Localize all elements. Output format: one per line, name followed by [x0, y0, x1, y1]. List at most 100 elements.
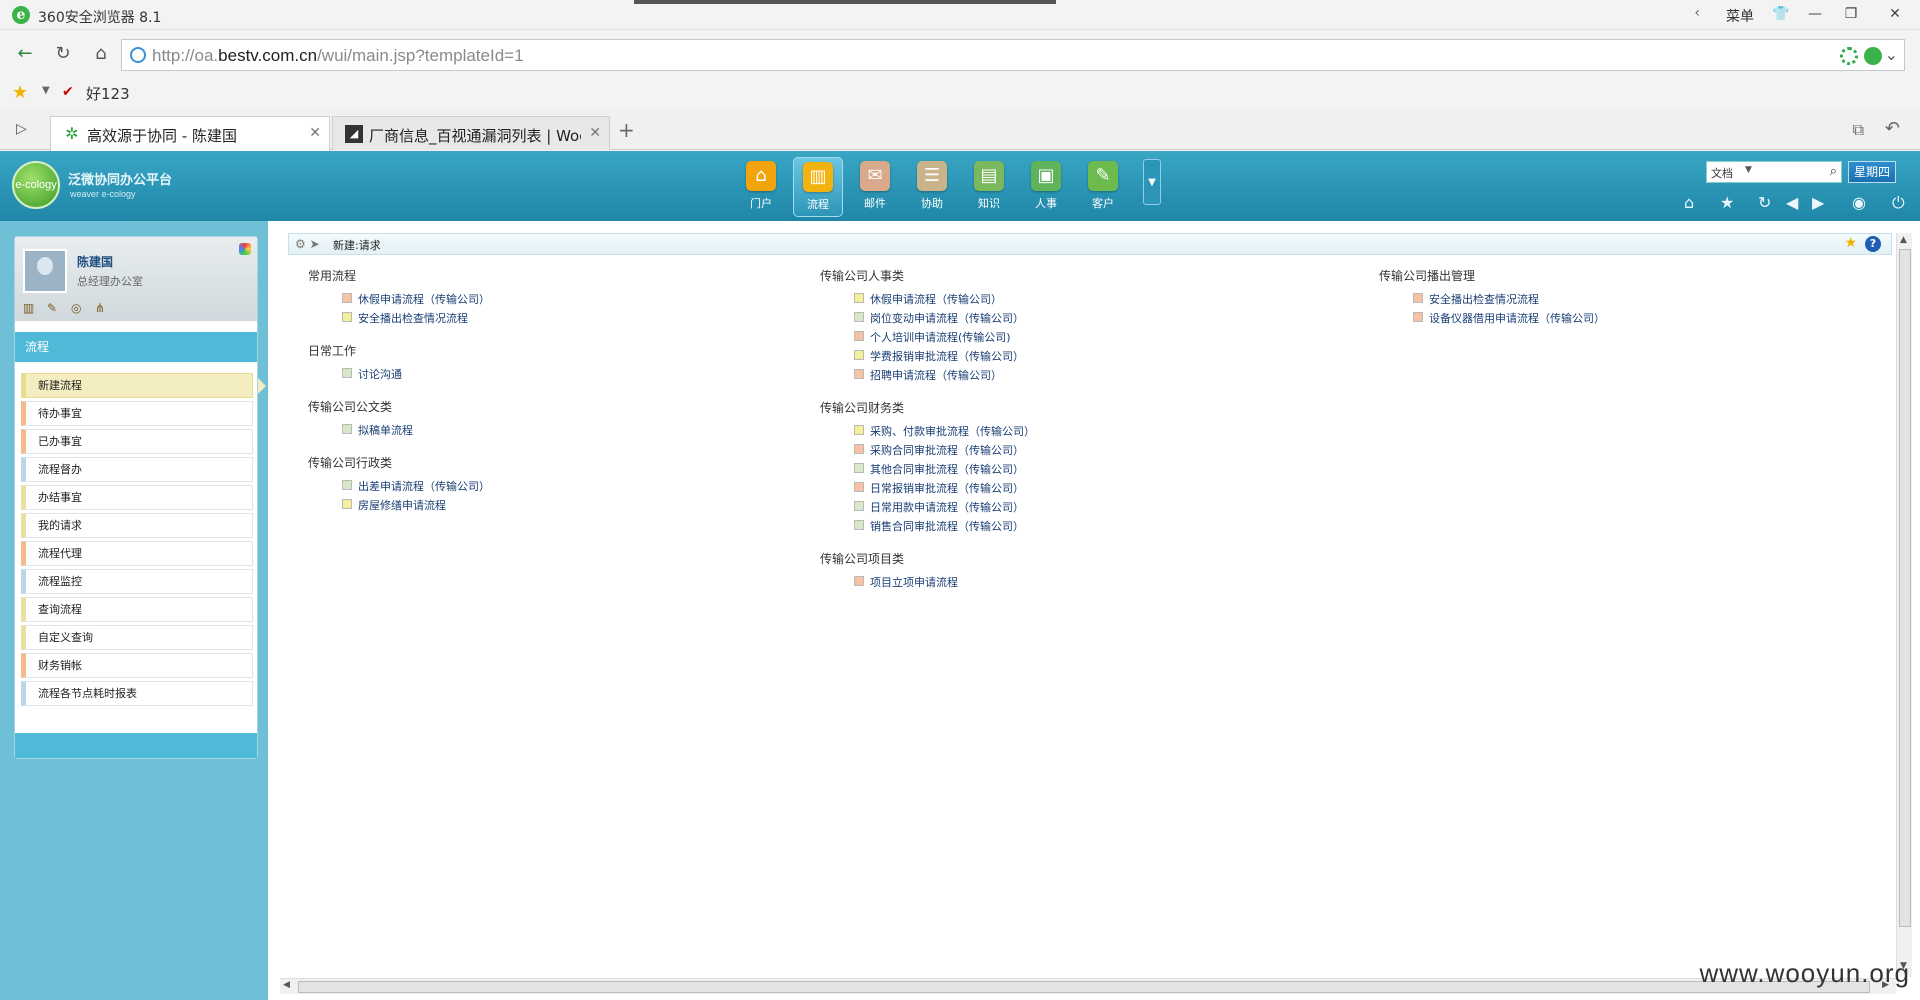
sidebar-item-pending[interactable]: 待办事宜 [21, 401, 253, 426]
workflow-link[interactable]: 采购合同审批流程（传输公司） [870, 442, 1024, 458]
scroll-up-icon[interactable]: ▲ [1900, 235, 1907, 245]
shirt-icon[interactable]: 👕 [1766, 3, 1796, 25]
sidebar-item-finished[interactable]: 办结事宜 [21, 485, 253, 510]
module-portal[interactable]: ⌂ 门户 [736, 157, 786, 217]
workflow-link[interactable]: 安全播出检查情况流程 [1429, 291, 1539, 307]
scroll-thumb[interactable] [1899, 249, 1911, 927]
lock-icon[interactable]: ◎ [71, 301, 89, 315]
workflow-link[interactable]: 学费报销审批流程（传输公司） [870, 348, 1024, 364]
workflow-item[interactable]: 采购、付款审批流程（传输公司） [820, 422, 1035, 441]
module-workflow[interactable]: ▥ 流程 [793, 157, 843, 217]
sidebar-item-monitor[interactable]: 流程监控 [21, 569, 253, 594]
workflow-item[interactable]: 安全播出检查情况流程 [308, 309, 468, 328]
workflow-link[interactable]: 日常报销审批流程（传输公司） [870, 480, 1024, 496]
workflow-item[interactable]: 销售合同审批流程（传输公司） [820, 517, 1024, 536]
workflow-item[interactable]: 休假申请流程（传输公司） [308, 290, 490, 309]
sidebar-item-finance[interactable]: 财务销帐 [21, 653, 253, 678]
workflow-link[interactable]: 出差申请流程（传输公司） [358, 478, 490, 494]
power-icon[interactable]: ⏻ [1892, 193, 1905, 213]
search-type-select[interactable]: 文档 [1711, 165, 1733, 181]
workflow-item[interactable]: 招聘申请流程（传输公司） [820, 366, 1002, 385]
sidebar-item-new-workflow[interactable]: 新建流程 [21, 373, 266, 398]
leaf-icon[interactable] [1864, 47, 1882, 65]
chevron-down-icon[interactable]: ⌄ [1885, 45, 1898, 64]
url-text[interactable]: http://oa.bestv.com.cn/wui/main.jsp?temp… [152, 46, 524, 66]
chevron-down-icon[interactable]: ▼ [1745, 165, 1752, 175]
workflow-link[interactable]: 日常用款申请流程（传输公司） [870, 499, 1024, 515]
close-icon[interactable]: ✕ [589, 125, 601, 141]
favorite-link[interactable]: 好123 [86, 83, 130, 104]
restore-tabs-icon[interactable]: ⧉ [1853, 120, 1864, 140]
close-icon[interactable]: ✕ [309, 125, 321, 141]
workflow-item[interactable]: 学费报销审批流程（传输公司） [820, 347, 1024, 366]
workflow-link[interactable]: 安全播出检查情况流程 [358, 310, 468, 326]
workflow-link[interactable]: 项目立项申请流程 [870, 574, 958, 590]
sidebar-item-query[interactable]: 查询流程 [21, 597, 253, 622]
back-icon[interactable]: ◀ [1786, 193, 1798, 212]
workflow-item[interactable]: 出差申请流程（传输公司） [308, 477, 490, 496]
workflow-link[interactable]: 销售合同审批流程（传输公司） [870, 518, 1024, 534]
close-button[interactable]: ✕ [1880, 3, 1910, 25]
sidebar-item-done[interactable]: 已办事宜 [21, 429, 253, 454]
tab-active[interactable]: ✲ 高效源于协同 - 陈建国 ✕ [50, 116, 330, 151]
minimize-button[interactable]: — [1800, 3, 1830, 25]
url-input[interactable]: http://oa.bestv.com.cn/wui/main.jsp?temp… [121, 39, 1905, 71]
favorite-icon[interactable]: ★ [1720, 193, 1734, 212]
edit-icon[interactable]: ✎ [47, 301, 65, 315]
workflow-link[interactable]: 休假申请流程（传输公司） [358, 291, 490, 307]
speed-icon[interactable] [1840, 47, 1858, 65]
workflow-link[interactable]: 招聘申请流程（传输公司） [870, 367, 1002, 383]
star-icon[interactable]: ★ [1844, 235, 1857, 251]
workflow-link[interactable]: 个人培训申请流程(传输公司) [870, 329, 1011, 345]
workflow-item[interactable]: 日常报销审批流程（传输公司） [820, 479, 1024, 498]
browser-menu-button[interactable]: 菜单 [1726, 6, 1754, 26]
search-box[interactable]: 文档 ▼ ⌕ [1706, 161, 1842, 183]
new-tab-button[interactable]: + [618, 118, 635, 142]
module-mail[interactable]: ✉ 邮件 [850, 157, 900, 217]
workflow-item[interactable]: 休假申请流程（传输公司） [820, 290, 1002, 309]
maximize-button[interactable]: ❐ [1836, 3, 1866, 25]
sidebar-item-custom-query[interactable]: 自定义查询 [21, 625, 253, 650]
avatar[interactable] [23, 249, 67, 293]
workflow-item[interactable]: 岗位变动申请流程（传输公司） [820, 309, 1024, 328]
workflow-item[interactable]: 日常用款申请流程（传输公司） [820, 498, 1024, 517]
user-name[interactable]: 陈建国 [77, 253, 113, 270]
back-button[interactable]: ← [12, 42, 38, 66]
help-icon[interactable]: ? [1865, 236, 1881, 252]
sidebar-toggle-icon[interactable]: ▷ [16, 121, 27, 137]
workflow-item[interactable]: 房屋修缮申请流程 [308, 496, 446, 515]
workflow-link[interactable]: 拟稿单流程 [358, 422, 413, 438]
sidebar-item-agent[interactable]: 流程代理 [21, 541, 253, 566]
sidebar-item-my-requests[interactable]: 我的请求 [21, 513, 253, 538]
settings-icon[interactable]: ◉ [1852, 193, 1866, 212]
module-customer[interactable]: ✎ 客户 [1078, 157, 1128, 217]
horizontal-scrollbar[interactable]: ◀ ▶ [280, 978, 1896, 994]
workflow-link[interactable]: 其他合同审批流程（传输公司） [870, 461, 1024, 477]
search-icon[interactable]: ⌕ [1830, 164, 1837, 179]
workflow-link[interactable]: 休假申请流程（传输公司） [870, 291, 1002, 307]
undo-icon[interactable]: ↶ [1885, 118, 1900, 139]
home-button[interactable]: ⌂ [88, 42, 114, 66]
org-chart-icon[interactable]: ⋔ [95, 301, 113, 315]
workflow-item[interactable]: 其他合同审批流程（传输公司） [820, 460, 1024, 479]
workflow-item[interactable]: 个人培训申请流程(传输公司) [820, 328, 1011, 347]
star-icon[interactable]: ★ [12, 82, 28, 103]
theme-icon[interactable] [239, 243, 251, 255]
workflow-item[interactable]: 安全播出检查情况流程 [1379, 290, 1539, 309]
chevron-left-icon[interactable]: ‹ [1694, 5, 1700, 21]
module-knowledge[interactable]: ▤ 知识 [964, 157, 1014, 217]
scroll-left-icon[interactable]: ◀ [283, 980, 290, 990]
module-assist[interactable]: ☰ 协助 [907, 157, 957, 217]
workflow-item[interactable]: 采购合同审批流程（传输公司） [820, 441, 1024, 460]
home-icon[interactable]: ⌂ [1684, 193, 1694, 212]
workflow-link[interactable]: 设备仪器借用申请流程（传输公司） [1429, 310, 1605, 326]
workflow-link[interactable]: 采购、付款审批流程（传输公司） [870, 423, 1035, 439]
settings-icon[interactable]: ⚙ ➤ [295, 237, 320, 251]
vertical-scrollbar[interactable]: ▲ ▼ [1896, 233, 1912, 977]
sidebar-item-node-report[interactable]: 流程各节点耗时报表 [21, 681, 253, 706]
favorites-dropdown-icon[interactable]: ▼ [42, 85, 50, 96]
refresh-button[interactable]: ↻ [50, 42, 76, 66]
workflow-item[interactable]: 讨论沟通 [308, 365, 402, 384]
workflow-link[interactable]: 讨论沟通 [358, 366, 402, 382]
refresh-icon[interactable]: ↻ [1758, 193, 1771, 212]
